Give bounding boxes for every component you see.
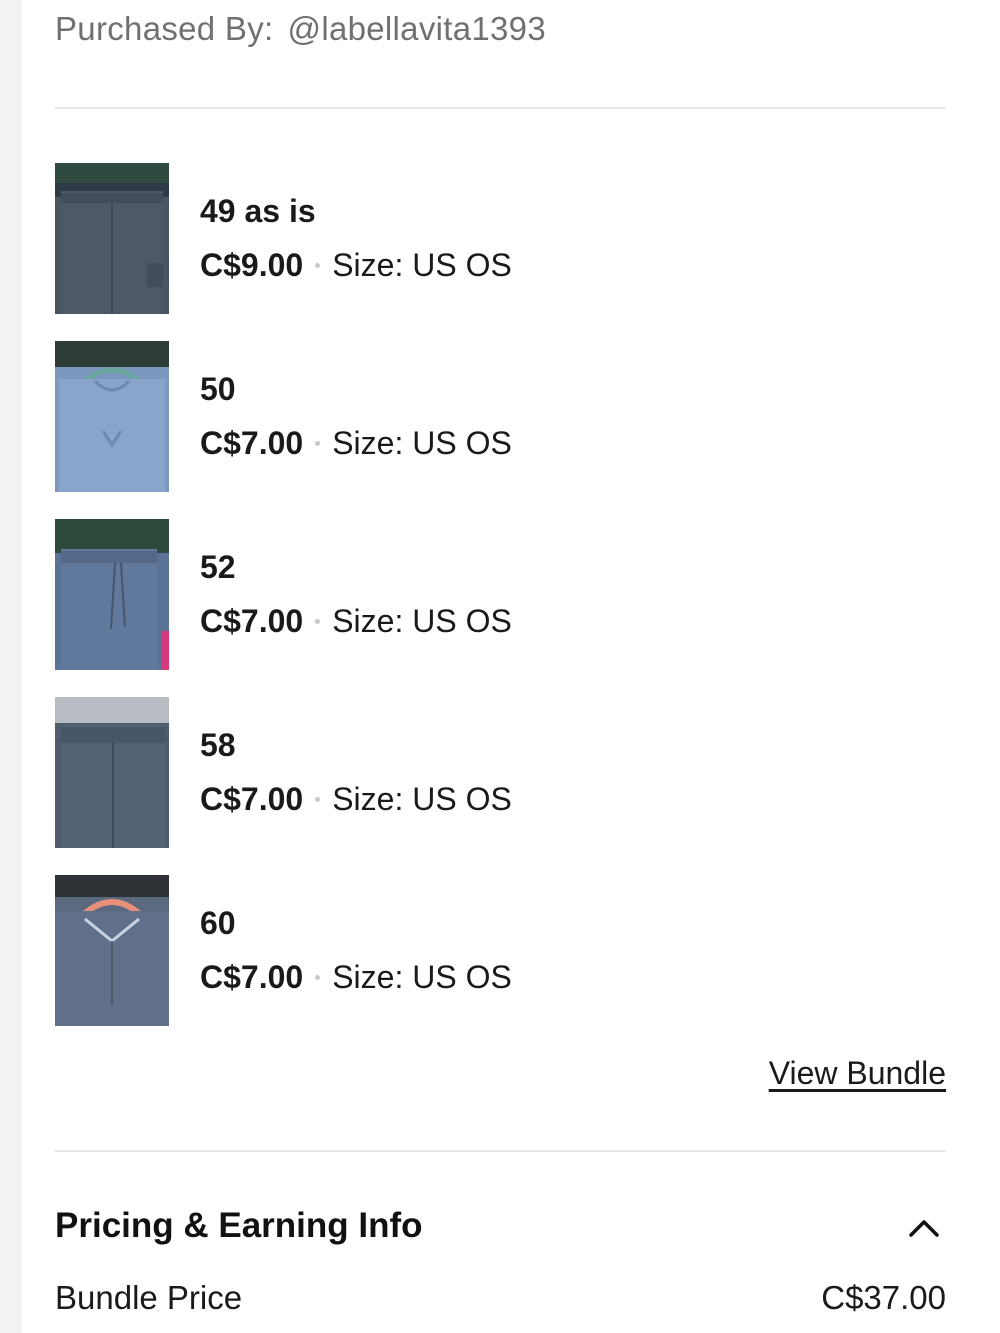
pricing-section-title: Pricing & Earning Info — [55, 1206, 423, 1245]
item-thumbnail[interactable] — [55, 519, 169, 670]
item-price: C$7.00 — [200, 603, 304, 639]
item-price: C$7.00 — [200, 781, 304, 817]
list-item[interactable]: 60 C$7.00 Size: US OS — [55, 875, 946, 1027]
order-details-panel: Purchased By: @labellavita1393 49 as is C… — [22, 0, 1000, 1333]
bundle-price-value: C$37.00 — [821, 1279, 946, 1316]
purchased-by-label: Purchased By: — [55, 10, 274, 47]
purchased-by-line: Purchased By: @labellavita1393 — [55, 10, 546, 48]
item-size: Size: US OS — [332, 603, 512, 639]
view-bundle-link[interactable]: View Bundle — [769, 1055, 946, 1092]
item-meta: C$7.00 Size: US OS — [200, 781, 512, 818]
buyer-username-link[interactable]: @labellavita1393 — [288, 10, 546, 47]
separator-dot — [315, 441, 321, 446]
item-size: Size: US OS — [332, 959, 512, 995]
chevron-up-icon[interactable] — [906, 1213, 942, 1243]
list-item[interactable]: 49 as is C$9.00 Size: US OS — [55, 163, 946, 315]
list-item[interactable]: 58 C$7.00 Size: US OS — [55, 697, 946, 849]
item-title: 50 — [200, 371, 236, 407]
item-size: Size: US OS — [332, 425, 512, 461]
item-size: Size: US OS — [332, 247, 512, 283]
list-item[interactable]: 50 C$7.00 Size: US OS — [55, 341, 946, 493]
item-price: C$7.00 — [200, 425, 304, 461]
separator-dot — [315, 975, 321, 980]
bundle-price-label: Bundle Price — [55, 1279, 243, 1316]
item-thumbnail[interactable] — [55, 163, 169, 314]
item-meta: C$7.00 Size: US OS — [200, 959, 512, 996]
separator-dot — [315, 619, 321, 624]
item-price: C$9.00 — [200, 247, 304, 283]
item-title: 49 as is — [200, 193, 316, 229]
item-title: 60 — [200, 905, 236, 941]
item-meta: C$9.00 Size: US OS — [200, 247, 512, 284]
item-title: 58 — [200, 727, 236, 763]
item-price: C$7.00 — [200, 959, 304, 995]
separator-dot — [315, 263, 321, 268]
item-thumbnail[interactable] — [55, 875, 169, 1026]
item-thumbnail[interactable] — [55, 341, 169, 492]
separator-dot — [315, 797, 321, 802]
divider — [55, 1150, 946, 1152]
list-item[interactable]: 52 C$7.00 Size: US OS — [55, 519, 946, 671]
item-thumbnail[interactable] — [55, 697, 169, 848]
item-size: Size: US OS — [332, 781, 512, 817]
item-title: 52 — [200, 549, 236, 585]
divider — [55, 107, 946, 109]
item-meta: C$7.00 Size: US OS — [200, 603, 512, 640]
item-meta: C$7.00 Size: US OS — [200, 425, 512, 462]
